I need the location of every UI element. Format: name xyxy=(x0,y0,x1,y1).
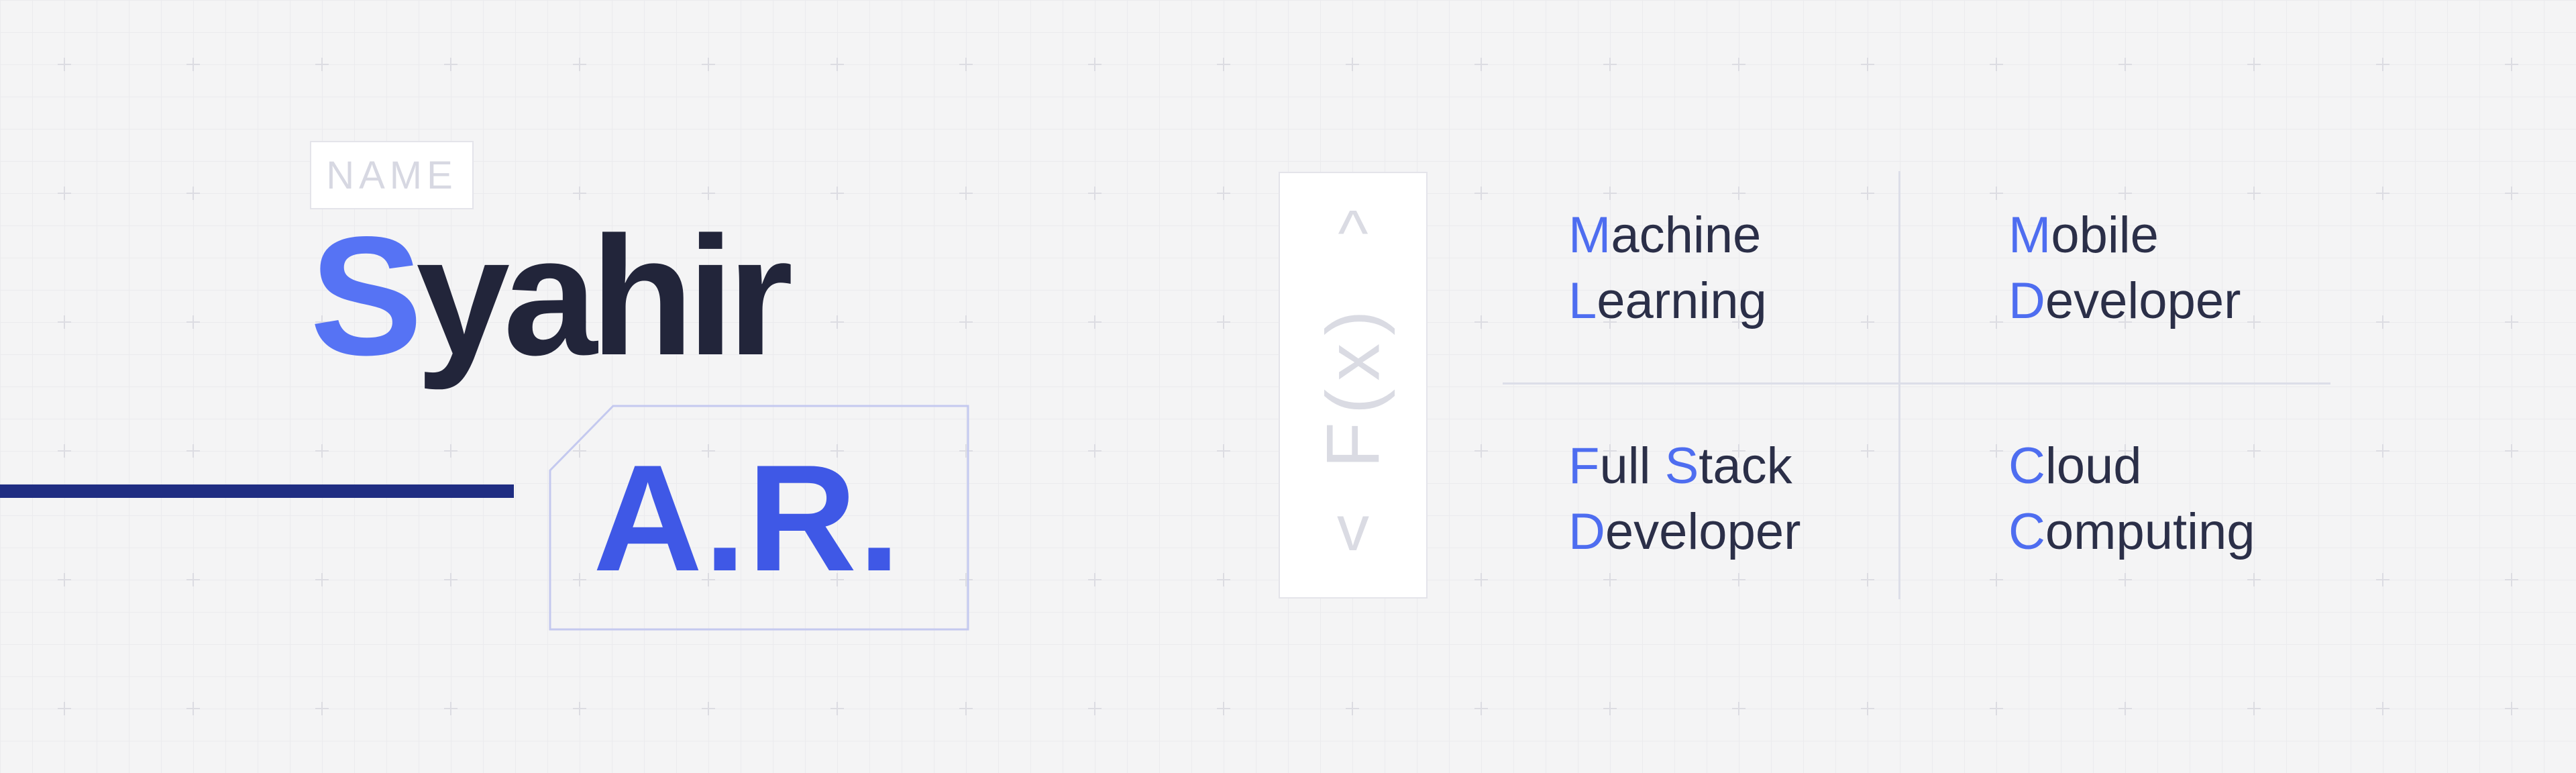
skills-horizontal-divider xyxy=(1503,382,2330,384)
accent-underline-bar xyxy=(0,484,514,498)
first-name: Syahir xyxy=(310,183,793,411)
initials: A.R. xyxy=(593,431,902,605)
skill-cloud-computing: Cloud Computing xyxy=(2008,437,2255,560)
skill-machine-learning: Machine Learning xyxy=(1568,207,1767,329)
initials-text: A.R. xyxy=(593,433,902,603)
first-name-initial: S xyxy=(310,202,423,391)
fx-label: F(x) xyxy=(1311,302,1395,468)
first-name-rest: yahir xyxy=(416,202,793,391)
skill-mobile-developer: Mobile Developer xyxy=(2008,207,2241,329)
chevron-down-icon: v xyxy=(1337,493,1369,564)
chevron-up-icon: ^ xyxy=(1338,197,1368,269)
fx-scroller: ^ F(x) v xyxy=(1279,172,1428,599)
skills-vertical-divider xyxy=(1898,171,1900,599)
skill-full-stack-developer: Full Stack Developer xyxy=(1568,437,1801,560)
